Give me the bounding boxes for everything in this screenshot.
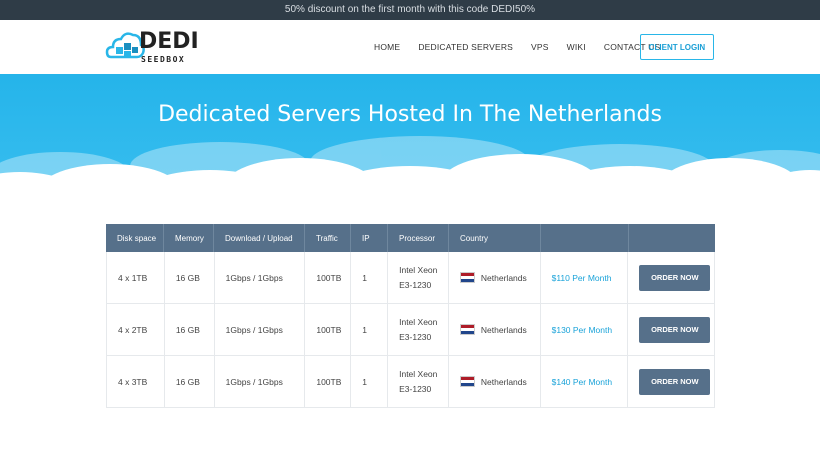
col-traffic: Traffic — [305, 224, 351, 252]
client-login-button[interactable]: CLIENT LOGIN — [640, 34, 714, 60]
nav-dedicated-servers[interactable]: DEDICATED SERVERS — [418, 42, 513, 52]
logo-subtitle: SEEDBOX — [141, 55, 186, 64]
servers-table: Disk space Memory Download / Upload Traf… — [106, 224, 715, 408]
cell-bandwidth: 1Gbps / 1Gbps — [215, 356, 306, 407]
cell-memory: 16 GB — [165, 356, 215, 407]
col-ip: IP — [351, 224, 388, 252]
cell-processor: Intel Xeon E3-1230 — [388, 252, 449, 303]
cell-memory: 16 GB — [165, 304, 215, 355]
cell-bandwidth: 1Gbps / 1Gbps — [215, 304, 306, 355]
netherlands-flag-icon — [459, 376, 475, 387]
country-label: Netherlands — [480, 376, 527, 387]
country-label: Netherlands — [480, 272, 527, 283]
clouds-decoration — [0, 136, 820, 224]
country-label: Netherlands — [480, 324, 527, 335]
col-price — [541, 224, 629, 252]
cell-disk: 4 x 2TB — [107, 304, 165, 355]
cell-disk: 4 x 1TB — [107, 252, 165, 303]
cell-price: $110 Per Month — [541, 252, 629, 303]
nav-home[interactable]: HOME — [374, 42, 400, 52]
nav-wiki[interactable]: WIKI — [567, 42, 586, 52]
cell-action: ORDER NOW — [628, 356, 714, 407]
netherlands-flag-icon — [459, 272, 475, 283]
cell-country: Netherlands — [449, 304, 541, 355]
site-header: DEDI SEEDBOX HOME DEDICATED SERVERS VPS … — [0, 20, 820, 74]
promo-bar: 50% discount on the first month with thi… — [0, 0, 820, 20]
site-logo[interactable]: DEDI SEEDBOX — [105, 27, 199, 69]
col-download-upload: Download / Upload — [214, 224, 305, 252]
table-row: 4 x 1TB 16 GB 1Gbps / 1Gbps 100TB 1 Inte… — [106, 252, 715, 304]
order-now-button[interactable]: ORDER NOW — [639, 264, 711, 291]
table-header: Disk space Memory Download / Upload Traf… — [106, 224, 715, 252]
page-title: Dedicated Servers Hosted In The Netherla… — [158, 102, 662, 127]
col-country: Country — [449, 224, 541, 252]
cpu-line-1: Intel Xeon — [399, 368, 438, 379]
cell-price: $140 Per Month — [541, 356, 629, 407]
cpu-line-1: Intel Xeon — [399, 316, 438, 327]
cell-disk: 4 x 3TB — [107, 356, 165, 407]
cell-country: Netherlands — [449, 252, 541, 303]
cell-bandwidth: 1Gbps / 1Gbps — [215, 252, 306, 303]
cell-action: ORDER NOW — [628, 252, 714, 303]
col-processor: Processor — [388, 224, 449, 252]
table-row: 4 x 3TB 16 GB 1Gbps / 1Gbps 100TB 1 Inte… — [106, 356, 715, 408]
cpu-line-1: Intel Xeon — [399, 264, 438, 275]
main-nav: HOME DEDICATED SERVERS VPS WIKI CONTACT … — [374, 20, 678, 74]
cell-ip: 1 — [351, 252, 389, 303]
cell-traffic: 100TB — [305, 356, 352, 407]
cell-traffic: 100TB — [305, 304, 352, 355]
cell-processor: Intel Xeon E3-1230 — [388, 356, 449, 407]
order-now-button[interactable]: ORDER NOW — [639, 368, 711, 395]
cpu-line-2: E3-1230 — [399, 331, 432, 342]
cell-action: ORDER NOW — [628, 304, 714, 355]
cell-ip: 1 — [351, 304, 389, 355]
netherlands-flag-icon — [459, 324, 475, 335]
order-now-button[interactable]: ORDER NOW — [639, 316, 711, 343]
cell-traffic: 100TB — [305, 252, 352, 303]
col-action — [629, 224, 715, 252]
cpu-line-2: E3-1230 — [399, 279, 432, 290]
cpu-line-2: E3-1230 — [399, 383, 432, 394]
logo-wordmark: DEDI — [139, 29, 199, 54]
table-row: 4 x 2TB 16 GB 1Gbps / 1Gbps 100TB 1 Inte… — [106, 304, 715, 356]
cell-price: $130 Per Month — [541, 304, 629, 355]
cell-ip: 1 — [351, 356, 389, 407]
col-disk-space: Disk space — [106, 224, 164, 252]
hero-banner: Dedicated Servers Hosted In The Netherla… — [0, 74, 820, 224]
col-memory: Memory — [164, 224, 214, 252]
cell-processor: Intel Xeon E3-1230 — [388, 304, 449, 355]
cell-memory: 16 GB — [165, 252, 215, 303]
nav-vps[interactable]: VPS — [531, 42, 549, 52]
cell-country: Netherlands — [449, 356, 541, 407]
